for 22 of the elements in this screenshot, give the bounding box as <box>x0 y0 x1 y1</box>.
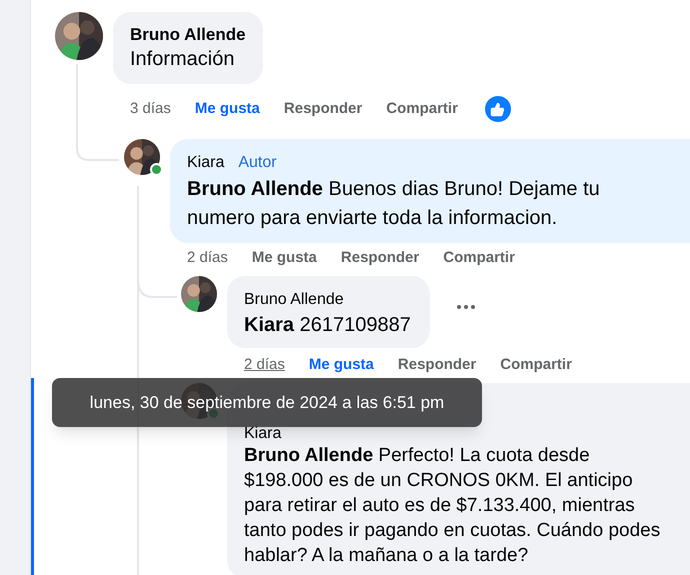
comment-text: Kiara 2617109887 <box>244 313 412 338</box>
reply-button[interactable]: Responder <box>284 99 362 119</box>
like-button[interactable]: Me gusta <box>308 355 374 375</box>
comment-text: Bruno Allende Buenos dias Bruno! Dejame tu numero para enviarte toda la informacion. <box>187 177 601 231</box>
reply-button[interactable]: Responder <box>340 248 420 268</box>
share-button[interactable]: Compartir <box>386 99 458 119</box>
author-label: Autor <box>237 153 278 173</box>
author-name[interactable]: Kiara <box>244 425 282 443</box>
timestamp-link[interactable]: 2 días <box>244 355 285 375</box>
author-name[interactable]: Bruno Allende <box>130 24 246 46</box>
like-button[interactable]: Me gusta <box>252 248 317 268</box>
timestamp-link[interactable]: 3 días <box>130 99 171 119</box>
share-button[interactable]: Compartir <box>500 355 572 375</box>
reply-button[interactable]: Responder <box>398 355 476 375</box>
comment-text: Información <box>130 47 236 72</box>
share-button[interactable]: Compartir <box>443 248 515 268</box>
author-name[interactable]: Bruno Allende <box>244 288 344 312</box>
timestamp-link[interactable]: 2 días <box>187 248 228 268</box>
author-name[interactable]: Kiara <box>187 151 224 175</box>
like-button[interactable]: Me gusta <box>194 99 260 119</box>
comment-text: Bruno Allende Perfecto! La cuota desde $198.000 es de un CRONOS 0KM. El anticipo para retirar el auto es de $7.133.400, mientras tanto podes ir pagando en cuotas. Cuándo podes hablar? A la mañana o a la tarde? <box>244 444 662 568</box>
date-tooltip: lunes, 30 de septiembre de 2024 a las 6:51 pm <box>52 378 482 427</box>
